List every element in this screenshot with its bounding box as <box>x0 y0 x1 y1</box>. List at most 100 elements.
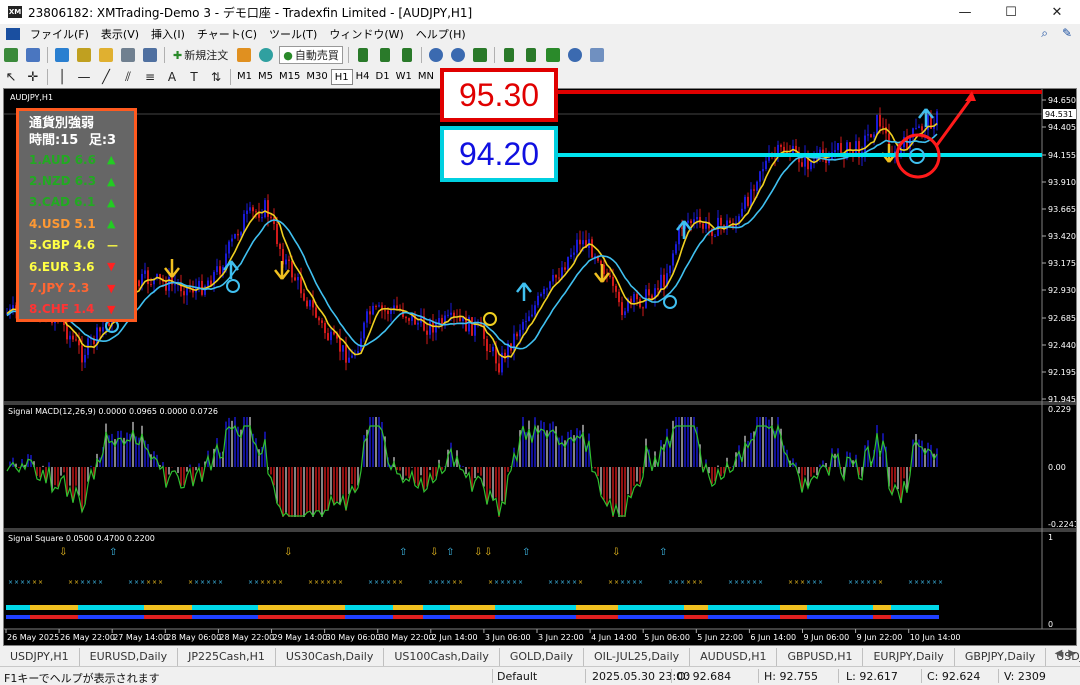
menu-tools[interactable]: ツール(T) <box>269 26 317 42</box>
timeframe-h4[interactable]: H4 <box>353 69 373 85</box>
square-signal-bar <box>330 615 333 619</box>
square-dot-icon: × <box>158 579 163 586</box>
metaeditor-icon[interactable] <box>235 46 253 64</box>
square-signal-bar <box>189 605 192 610</box>
fibonacci-icon[interactable]: ≡ <box>141 68 159 86</box>
profiles-icon[interactable] <box>24 46 42 64</box>
square-signal-bar <box>579 615 582 619</box>
menu-insert[interactable]: 挿入(I) <box>151 26 185 42</box>
square-dot-icon: × <box>488 579 493 586</box>
zoom-out-icon[interactable] <box>449 46 467 64</box>
cursor-icon[interactable]: ↖ <box>2 68 20 86</box>
square-signal-bar <box>219 605 222 610</box>
candle-body <box>648 289 650 296</box>
community-icon[interactable]: ✎ <box>1062 26 1072 41</box>
menu-help[interactable]: ヘルプ(H) <box>416 26 466 42</box>
new-order-button[interactable]: ✚ 新規注文 <box>170 46 231 64</box>
horizontal-line-icon[interactable]: — <box>75 68 93 86</box>
timeframe-w1[interactable]: W1 <box>393 69 415 85</box>
arrows-tool-icon[interactable]: ⇅ <box>207 68 225 86</box>
menu-view[interactable]: 表示(V) <box>101 26 139 42</box>
candlestick-icon[interactable] <box>376 46 394 64</box>
data-window-icon[interactable] <box>75 46 93 64</box>
new-chart-icon[interactable] <box>2 46 20 64</box>
auto-trading-button[interactable]: ● 自動売買 <box>279 46 343 64</box>
square-signal-bar <box>15 615 18 619</box>
strategy-tester-icon[interactable] <box>141 46 159 64</box>
close-button[interactable]: ✕ <box>1034 0 1080 24</box>
label-tool-icon[interactable]: T <box>185 68 203 86</box>
square-signal-bar <box>300 605 303 610</box>
square-signal-bar <box>522 605 525 610</box>
signals-icon[interactable] <box>257 46 275 64</box>
tile-windows-icon[interactable] <box>471 46 489 64</box>
vertical-line-icon[interactable]: │ <box>53 68 71 86</box>
chart-tab[interactable]: GBPJPY,Daily <box>955 648 1047 666</box>
square-dot-icon: × <box>788 579 793 586</box>
square-signal-bar <box>672 615 675 619</box>
square-signal-bar <box>243 615 246 619</box>
channel-icon[interactable]: ⫽ <box>119 68 137 86</box>
tab-scroll-right-icon[interactable]: ▶ <box>1068 648 1076 659</box>
chart-tab[interactable]: GOLD,Daily <box>500 648 584 666</box>
line-chart-icon[interactable] <box>398 46 416 64</box>
tab-scroll-left-icon[interactable]: ◀ <box>1055 648 1063 659</box>
chart-tab[interactable]: OIL-JUL25,Daily <box>584 648 691 666</box>
chart-tab[interactable]: US100Cash,Daily <box>384 648 500 666</box>
indicators-icon[interactable] <box>544 46 562 64</box>
square-dot-icon: × <box>140 579 145 586</box>
search-icon[interactable]: ⌕ <box>1041 26 1048 41</box>
chart-shift-icon[interactable] <box>522 46 540 64</box>
square-signal-bar <box>168 605 171 610</box>
square-arrow-icon: ⇧ <box>659 547 667 558</box>
timeframe-mn[interactable]: MN <box>415 69 437 85</box>
chart-tab[interactable]: AUDUSD,H1 <box>690 648 778 666</box>
zoom-in-icon[interactable] <box>427 46 445 64</box>
chart-tab[interactable]: US30Cash,Daily <box>276 648 385 666</box>
candle-body <box>636 294 638 300</box>
chart-tab[interactable]: EURJPY,Daily <box>863 648 955 666</box>
square-signal-bar <box>888 605 891 610</box>
square-signal-bar <box>66 605 69 610</box>
square-signal-bar <box>177 605 180 610</box>
templates-icon[interactable] <box>588 46 606 64</box>
timeframe-m30[interactable]: M30 <box>303 69 330 85</box>
candle-body <box>261 217 263 219</box>
square-signal-bar <box>663 605 666 610</box>
minimize-button[interactable]: — <box>942 0 988 24</box>
square-dot-icon: × <box>920 579 925 586</box>
square-signal-bar <box>54 615 57 619</box>
square-dot-icon: × <box>92 579 97 586</box>
chart-tab[interactable]: EURUSD,Daily <box>80 648 179 666</box>
timeframe-m5[interactable]: M5 <box>255 69 276 85</box>
chart-tab[interactable]: USDJPY,H1 <box>0 648 80 666</box>
navigator-icon[interactable] <box>97 46 115 64</box>
crosshair-icon[interactable]: ✛ <box>24 68 42 86</box>
periods-icon[interactable] <box>566 46 584 64</box>
square-dot-icon: × <box>854 579 859 586</box>
timeframe-d1[interactable]: D1 <box>373 69 393 85</box>
status-high: H: 92.755 <box>764 670 818 683</box>
chart-tab[interactable]: GBPUSD,H1 <box>777 648 864 666</box>
terminal-icon[interactable] <box>119 46 137 64</box>
menu-window[interactable]: ウィンドウ(W) <box>329 26 403 42</box>
square-signal-bar <box>591 605 594 610</box>
chart-tab[interactable]: JP225Cash,H1 <box>178 648 276 666</box>
market-watch-icon[interactable] <box>53 46 71 64</box>
square-signal-bar <box>183 615 186 619</box>
candle-body <box>921 126 923 131</box>
autoscroll-icon[interactable] <box>500 46 518 64</box>
chart-window-icon[interactable] <box>6 28 20 40</box>
square-dot-icon: × <box>68 579 73 586</box>
menu-file[interactable]: ファイル(F) <box>30 26 89 42</box>
timeframe-h1[interactable]: H1 <box>330 69 353 85</box>
square-signal-bar <box>597 615 600 619</box>
text-tool-icon[interactable]: A <box>163 68 181 86</box>
bar-chart-icon[interactable] <box>354 46 372 64</box>
maximize-button[interactable]: ☐ <box>988 0 1034 24</box>
menu-chart[interactable]: チャート(C) <box>197 26 257 42</box>
candle-body <box>876 114 878 135</box>
trendline-icon[interactable]: ╱ <box>97 68 115 86</box>
timeframe-m1[interactable]: M1 <box>234 69 255 85</box>
timeframe-m15[interactable]: M15 <box>276 69 303 85</box>
